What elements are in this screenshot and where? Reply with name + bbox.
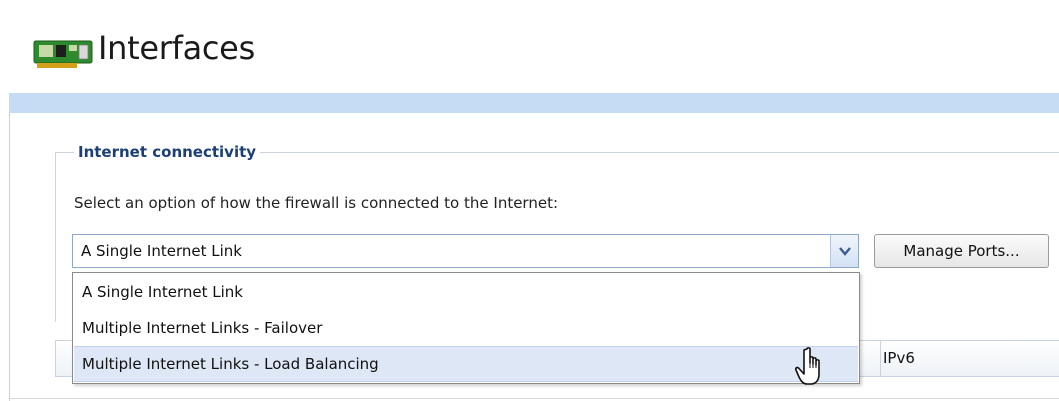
page-title: Interfaces [98, 29, 255, 67]
content-bottom-border [9, 398, 1059, 399]
chevron-down-icon [839, 247, 851, 256]
option-single-link[interactable]: A Single Internet Link [74, 274, 858, 310]
hand-pointer-icon [795, 347, 820, 385]
group-legend: Internet connectivity [74, 141, 261, 163]
option-load-balancing[interactable]: Multiple Internet Links - Load Balancing [74, 346, 858, 382]
column-header-ipv6[interactable]: IPv6 [883, 341, 915, 376]
content-left-border [9, 113, 10, 401]
column-divider [880, 341, 881, 376]
manage-ports-button[interactable]: Manage Ports... [874, 234, 1049, 268]
group-box-left-border [55, 152, 56, 322]
option-failover[interactable]: Multiple Internet Links - Failover [74, 310, 858, 346]
page-header: Interfaces [0, 0, 1059, 92]
instruction-text: Select an option of how the firewall is … [74, 194, 559, 212]
connectivity-select[interactable]: A Single Internet Link [72, 234, 859, 268]
network-card-icon [33, 40, 93, 68]
dropdown-arrow-button[interactable] [830, 235, 858, 267]
connectivity-select-value: A Single Internet Link [81, 242, 242, 260]
header-band [9, 93, 1059, 113]
connectivity-dropdown-list: A Single Internet Link Multiple Internet… [72, 272, 860, 384]
